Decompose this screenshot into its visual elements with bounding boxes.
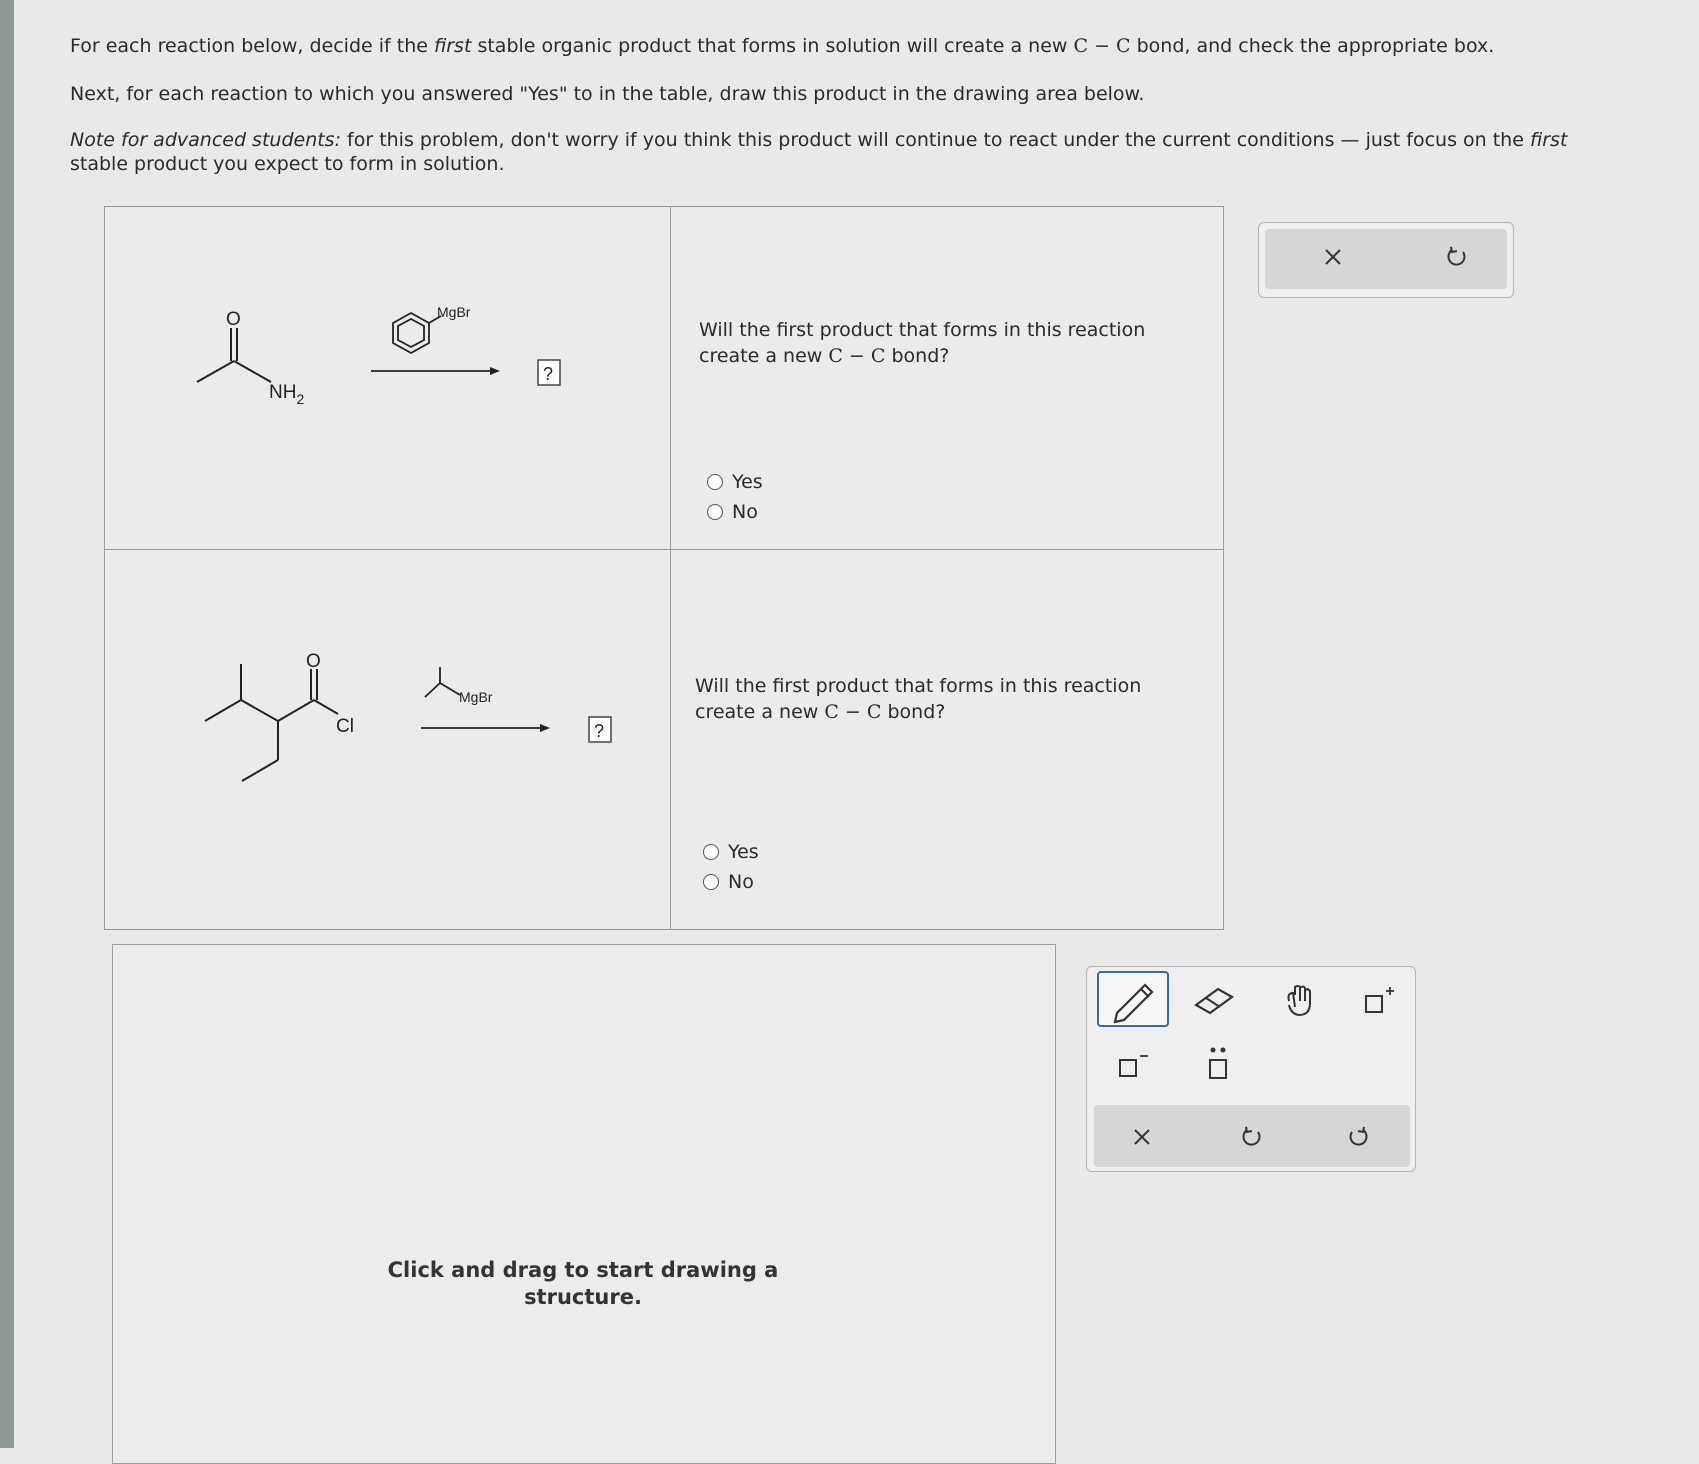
eraser-tool-button[interactable] bbox=[1187, 977, 1241, 1023]
reaction-2-question: Will the first product that forms in thi… bbox=[695, 675, 1142, 723]
drawing-toolbox bbox=[1086, 966, 1416, 1172]
remove-charge-button[interactable] bbox=[1107, 1043, 1157, 1087]
close-icon[interactable] bbox=[1122, 1117, 1162, 1157]
reaction-1-question: Will the first product that forms in thi… bbox=[699, 319, 1146, 367]
table-divider-vertical bbox=[670, 207, 671, 929]
instruction-note: Note for advanced students: for this pro… bbox=[70, 129, 1568, 175]
hand-icon bbox=[1287, 985, 1311, 1017]
hand-tool-button[interactable] bbox=[1273, 977, 1327, 1023]
reaction-1-yes-option[interactable]: Yes bbox=[707, 471, 763, 493]
instruction-line-1: For each reaction below, decide if the f… bbox=[70, 35, 1495, 57]
isopropyl-group bbox=[424, 667, 461, 698]
instruction-line-2: Next, for each reaction to which you ans… bbox=[70, 83, 1145, 105]
reaction-1-no-radio[interactable] bbox=[707, 504, 723, 520]
reagent-2-label: MgBr bbox=[459, 689, 493, 705]
undo-icon[interactable] bbox=[1232, 1117, 1272, 1157]
reactant-2-chloride-label: Cl bbox=[336, 716, 354, 737]
reagent-1-label: MgBr bbox=[437, 304, 471, 320]
redo-icon[interactable] bbox=[1338, 1117, 1378, 1157]
svg-text:?: ? bbox=[543, 364, 553, 384]
lone-pair-icon bbox=[1209, 1047, 1227, 1079]
reaction-2-no-radio[interactable] bbox=[703, 874, 719, 890]
undo-icon[interactable] bbox=[1437, 237, 1477, 277]
reaction-1-no-option[interactable]: No bbox=[707, 501, 758, 523]
lone-pair-button[interactable] bbox=[1193, 1039, 1243, 1089]
reaction-2-yes-option[interactable]: Yes bbox=[703, 841, 759, 863]
close-icon[interactable] bbox=[1313, 237, 1353, 277]
reaction-2-product-button[interactable]: ? bbox=[588, 716, 612, 743]
reaction-1-product-button[interactable]: ? bbox=[537, 359, 561, 386]
reaction-2-arrow bbox=[421, 724, 550, 732]
pencil-tool-button[interactable] bbox=[1097, 971, 1169, 1027]
reactant-1-oxygen-label: O bbox=[226, 309, 241, 330]
pencil-icon bbox=[1113, 983, 1154, 1024]
drawing-actions-bar bbox=[1094, 1105, 1410, 1167]
reactant-1-amine-label: NH2 bbox=[269, 382, 304, 407]
remove-charge-icon bbox=[1119, 1055, 1148, 1077]
table-toolbox bbox=[1258, 222, 1514, 298]
reaction-table: O NH2 MgBr ? Will the first product that… bbox=[104, 206, 1224, 930]
eraser-icon bbox=[1193, 987, 1235, 1015]
phenyl-ring bbox=[392, 311, 442, 355]
add-charge-button[interactable] bbox=[1353, 979, 1403, 1023]
reaction-1-yes-radio[interactable] bbox=[707, 474, 723, 490]
svg-text:?: ? bbox=[594, 721, 604, 741]
reaction-2-no-option[interactable]: No bbox=[703, 871, 754, 893]
reactant-2-oxygen-label: O bbox=[306, 651, 321, 672]
left-edge-bar bbox=[0, 0, 14, 1448]
reaction-2-yes-radio[interactable] bbox=[703, 844, 719, 860]
reaction-1-scheme: O NH2 MgBr ? bbox=[196, 304, 561, 407]
drawing-area[interactable]: Click and drag to start drawing a struct… bbox=[112, 944, 1056, 1464]
reaction-2-scheme: O Cl MgBr ? bbox=[204, 651, 612, 782]
add-charge-icon bbox=[1365, 987, 1394, 1013]
reaction-1-arrow bbox=[371, 367, 500, 375]
table-divider-horizontal bbox=[105, 549, 1223, 550]
drawing-hint: Click and drag to start drawing a struct… bbox=[387, 1258, 779, 1309]
